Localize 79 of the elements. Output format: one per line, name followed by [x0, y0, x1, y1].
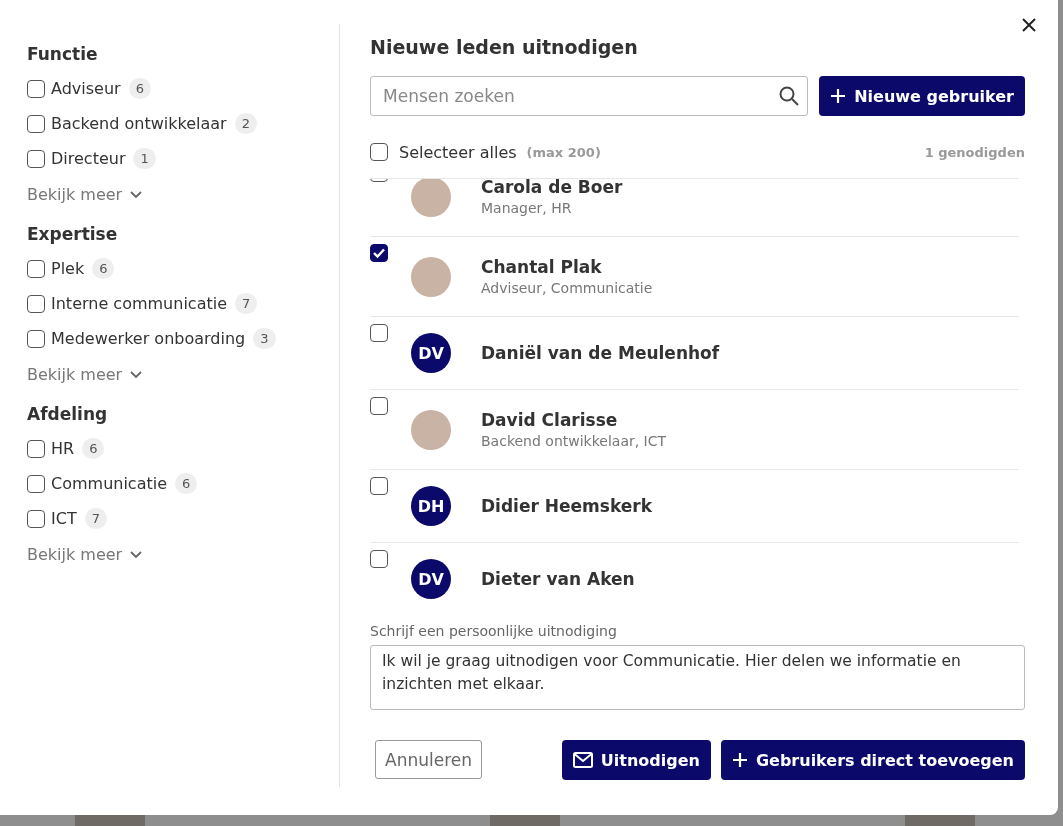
member-roles: Manager, HR — [481, 200, 573, 216]
close-icon[interactable] — [1020, 16, 1038, 34]
search-field[interactable]: Mensen zoeken — [370, 76, 809, 116]
checkbox[interactable] — [27, 259, 45, 278]
filter-label: ICT — [51, 509, 77, 528]
avatar-photo-placeholder — [411, 256, 451, 297]
count-badge: 6 — [128, 78, 151, 99]
member-row[interactable]: DH Didier Heemskerk — [370, 470, 1019, 543]
filter-label: Communicatie — [51, 474, 168, 493]
checkbox[interactable] — [370, 477, 388, 495]
message-label: Schrijf een persoonlijke uitnodiging — [370, 623, 618, 639]
count-badge: 6 — [82, 438, 105, 459]
filter-label: Plek — [51, 259, 85, 278]
member-name: Didier Heemskerk — [481, 496, 652, 516]
member-row[interactable]: Carola de Boer Manager, HR — [370, 179, 1019, 237]
checkbox[interactable] — [27, 114, 45, 133]
member-roles: Backend ontwikkelaar, ICT — [481, 433, 667, 449]
member-row[interactable]: Chantal Plak Adviseur, Communicatie — [370, 237, 1019, 317]
member-name: David Clarisse — [481, 410, 619, 430]
checkbox[interactable] — [27, 79, 45, 98]
chevron-down-icon — [130, 550, 143, 559]
chevron-down-icon — [130, 370, 143, 379]
member-name: Dieter van Aken — [481, 569, 635, 589]
invited-count: 1 genodigden — [924, 144, 1025, 160]
count-badge: 3 — [253, 328, 276, 349]
checkbox[interactable] — [27, 439, 45, 458]
new-user-button[interactable]: Nieuwe gebruiker — [819, 76, 1025, 116]
count-badge: 1 — [133, 148, 156, 169]
filter-heading: Functie — [27, 44, 99, 64]
filter-heading: Afdeling — [27, 404, 109, 424]
count-badge: 7 — [84, 508, 107, 529]
filter-label: Interne communicatie — [51, 294, 227, 313]
avatar-photo-placeholder — [411, 409, 451, 450]
member-name: Carola de Boer — [481, 179, 623, 197]
member-row[interactable]: DV Daniël van de Meulenhof — [370, 317, 1019, 390]
member-roles: Adviseur, Communicatie — [481, 280, 653, 296]
filter-label: Directeur — [51, 149, 126, 168]
chevron-down-icon — [130, 190, 143, 199]
envelope-icon — [572, 752, 593, 768]
select-all-label: Selecteer alles — [399, 142, 517, 162]
count-badge: 6 — [175, 473, 198, 494]
checkbox[interactable] — [370, 244, 388, 262]
cancel-button[interactable]: Annuleren — [375, 740, 482, 779]
filter-label: HR — [51, 439, 75, 458]
show-more-button[interactable]: Bekijk meer — [27, 365, 143, 384]
member-name: Chantal Plak — [481, 257, 603, 277]
checkbox[interactable] — [27, 474, 45, 493]
checkbox[interactable] — [27, 509, 45, 528]
filter-label: Medewerker onboarding — [51, 329, 246, 348]
max-hint: (max 200) — [526, 144, 601, 160]
checkbox[interactable] — [370, 397, 388, 415]
count-badge: 7 — [235, 293, 258, 314]
filter-label: Adviseur — [51, 79, 121, 98]
filter-label: Backend ontwikkelaar — [51, 114, 227, 133]
checkbox[interactable] — [370, 550, 388, 568]
checkbox[interactable] — [370, 324, 388, 342]
avatar-initials: DV — [411, 333, 451, 373]
checkbox[interactable] — [27, 294, 45, 313]
count-badge: 2 — [234, 113, 257, 134]
search-icon — [779, 86, 800, 106]
dialog-title: Nieuwe leden uitnodigen — [370, 36, 639, 58]
member-row[interactable]: David Clarisse Backend ontwikkelaar, ICT — [370, 390, 1019, 470]
plus-icon — [830, 88, 847, 104]
count-badge: 6 — [92, 258, 115, 279]
add-users-button[interactable]: Gebruikers direct toevoegen — [720, 740, 1025, 780]
filter-heading: Expertise — [27, 224, 119, 244]
member-row[interactable]: DV Dieter van Aken — [370, 543, 1019, 603]
plus-icon — [731, 752, 748, 768]
member-name: Daniël van de Meulenhof — [481, 343, 720, 363]
show-more-button[interactable]: Bekijk meer — [27, 545, 143, 564]
checkbox[interactable] — [370, 143, 388, 161]
message-field[interactable]: Ik wil je graag uitnodigen voor Communicatie. Hier delen we informatie en inzichten met elkaar. — [370, 645, 1025, 710]
show-more-button[interactable]: Bekijk meer — [27, 185, 143, 204]
invite-button[interactable]: Uitnodigen — [561, 740, 711, 780]
avatar-photo-placeholder — [411, 179, 451, 217]
checkbox[interactable] — [27, 149, 45, 168]
avatar-initials: DV — [411, 559, 451, 599]
checkbox[interactable] — [27, 329, 45, 348]
avatar-initials: DH — [411, 486, 451, 526]
